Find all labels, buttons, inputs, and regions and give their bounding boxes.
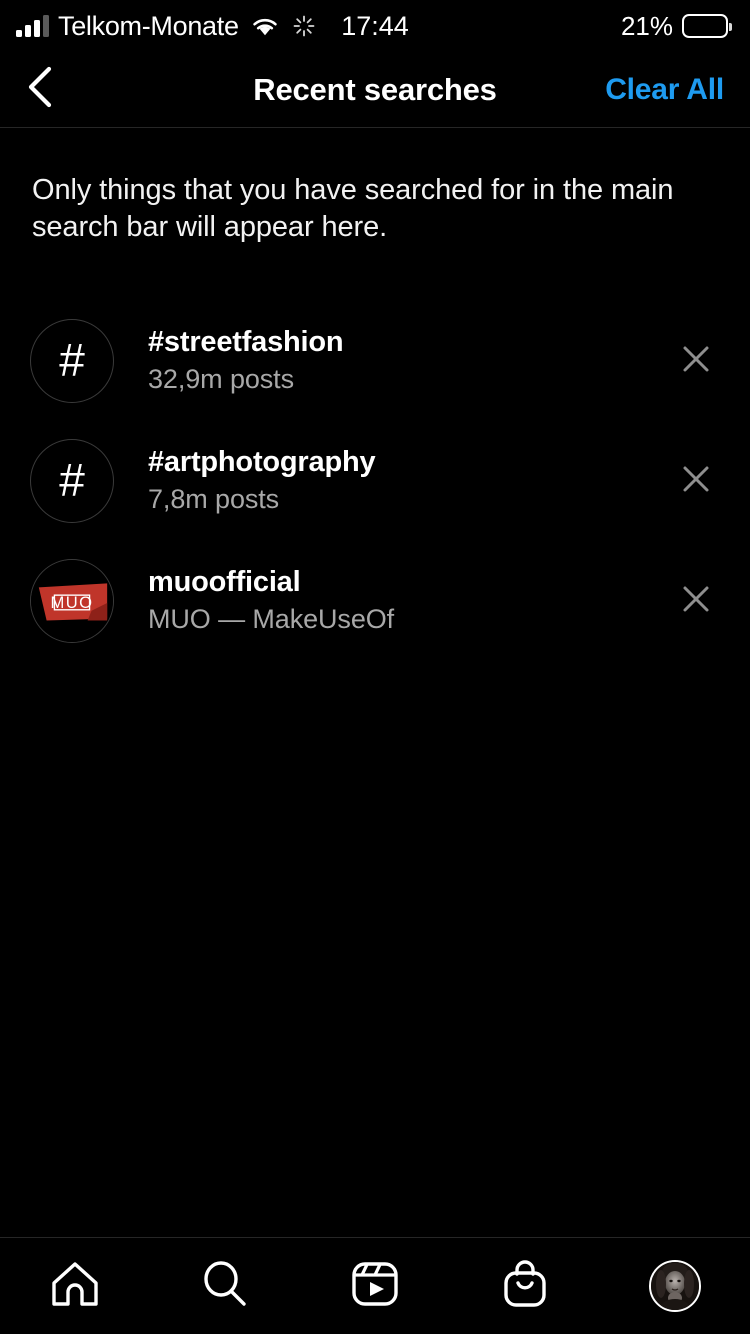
muo-logo-icon: MUO: [31, 560, 113, 643]
remove-search-button[interactable]: [668, 453, 724, 509]
list-item-subtitle: 32,9m posts: [148, 365, 294, 395]
home-icon: [49, 1259, 101, 1314]
signal-bars-icon: [16, 15, 49, 37]
list-item[interactable]: # #artphotography 7,8m posts: [0, 421, 750, 541]
tab-profile[interactable]: [600, 1238, 750, 1334]
tab-shop[interactable]: [450, 1238, 600, 1334]
tab-home[interactable]: [0, 1238, 150, 1334]
shop-bag-icon: [499, 1258, 551, 1315]
close-x-icon: [681, 344, 711, 379]
profile-avatar-icon: [649, 1260, 701, 1312]
list-item-subtitle: MUO — MakeUseOf: [148, 605, 395, 635]
hashtag-icon: #: [59, 334, 85, 387]
list-item-title: muoofficial: [148, 567, 301, 599]
search-icon: [199, 1258, 251, 1315]
tab-search[interactable]: [150, 1238, 300, 1334]
remove-search-button[interactable]: [668, 333, 724, 389]
hashtag-icon: #: [59, 454, 85, 507]
bottom-navigation-bar: [0, 1237, 750, 1334]
app-header: Recent searches Clear All: [0, 52, 750, 128]
clear-all-button[interactable]: Clear All: [605, 73, 724, 107]
battery-icon: [682, 14, 732, 38]
status-bar: Telkom-Monate 17:44 21%: [0, 0, 750, 52]
hashtag-avatar: #: [30, 439, 114, 524]
list-item-text: #artphotography 7,8m posts: [148, 447, 668, 515]
list-item-subtitle: 7,8m posts: [148, 485, 280, 515]
sync-spinner-icon: [293, 15, 315, 37]
close-x-icon: [681, 584, 711, 619]
status-bar-right: 21%: [620, 10, 732, 42]
status-bar-left: Telkom-Monate: [16, 10, 315, 41]
list-item-text: muoofficial MUO — MakeUseOf: [148, 567, 668, 635]
wifi-icon: [250, 15, 280, 38]
reels-icon: [349, 1258, 401, 1315]
recent-searches-list: # #streetfashion 32,9m posts # #artphoto…: [0, 301, 750, 661]
tab-reels[interactable]: [300, 1238, 450, 1334]
list-item-title: #artphotography: [148, 447, 376, 479]
list-item[interactable]: # #streetfashion 32,9m posts: [0, 301, 750, 421]
remove-search-button[interactable]: [668, 573, 724, 629]
battery-percent-label: 21%: [620, 10, 673, 41]
list-item[interactable]: MUO muoofficial MUO — MakeUseOf: [0, 541, 750, 661]
chevron-left-icon: [23, 64, 57, 115]
empty-state-description: Only things that you have searched for i…: [32, 174, 674, 243]
list-item-title: #streetfashion: [148, 327, 344, 359]
hashtag-avatar: #: [30, 319, 114, 404]
back-button[interactable]: [2, 52, 78, 128]
carrier-name: Telkom-Monate: [58, 10, 239, 41]
close-x-icon: [681, 464, 711, 499]
list-item-text: #streetfashion 32,9m posts: [148, 327, 668, 395]
profile-avatar: MUO: [30, 559, 114, 644]
